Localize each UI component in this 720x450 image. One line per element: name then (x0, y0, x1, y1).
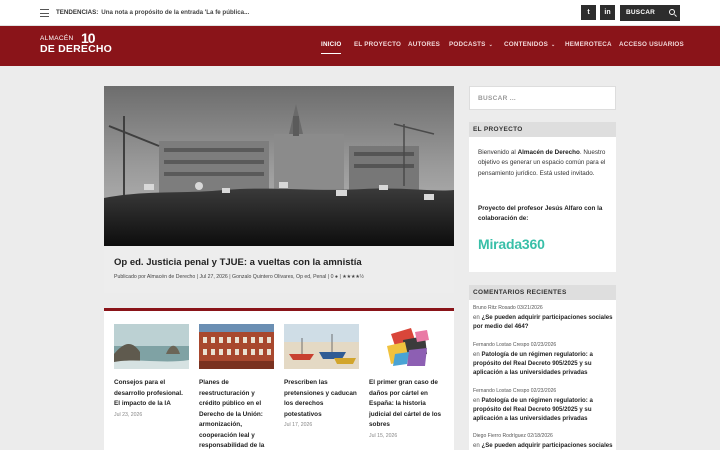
post-date: Jul 23, 2026 (114, 411, 143, 418)
post-date: Jul 15, 2026 (369, 432, 398, 439)
nav-el-proyecto[interactable]: EL PROYECTO (354, 41, 401, 48)
logo-line-2: DE DERECHO (40, 43, 113, 55)
nav-label: EL PROYECTO (354, 41, 402, 48)
comment-on-word: en (473, 397, 480, 404)
rating-stars: ★★★★½ (342, 274, 364, 280)
nav-inicio[interactable]: INICIO (321, 41, 342, 54)
comment-post-link[interactable]: Patología de un régimen regulatorio: a p… (473, 397, 593, 422)
comment-post-link[interactable]: ¿Se pueden adquirir participaciones soci… (473, 314, 613, 330)
comment-on-word: en (473, 314, 480, 321)
sidebar-search-placeholder: BUSCAR ... (478, 95, 517, 102)
nav-acceso-usuarios[interactable]: ACCESO USUARIOS (619, 41, 684, 48)
nav-label: ACCESO USUARIOS (619, 41, 684, 48)
post-thumbnail-boats[interactable] (284, 324, 359, 369)
comment-text: en ¿Se pueden adquirir participaciones s… (473, 441, 613, 450)
comment-text: en Patología de un régimen regulatorio: … (473, 350, 613, 377)
post-title[interactable]: Consejos para el desarrollo profesional.… (114, 378, 189, 410)
about-text: Bienvenido al Almacén de Derecho. Nuestr… (478, 148, 610, 179)
search-icon[interactable] (669, 9, 675, 15)
mirada360-logo[interactable]: Mirada360 (478, 236, 545, 254)
top-bar: TENDENCIAS: Una nota a propósito de la en… (0, 0, 720, 26)
post-thumbnail-building[interactable] (199, 324, 274, 369)
featured-meta: Publicado por Almacén de Derecho | Jul 2… (114, 274, 364, 280)
comment-post-link[interactable]: ¿Se pueden adquirir participaciones soci… (481, 442, 612, 449)
comment-text: en Patología de un régimen regulatorio: … (473, 396, 613, 423)
nav-label: AUTORES (408, 41, 441, 48)
comment-author-date[interactable]: Bruno Ritz Rosado 03/21/2026 (473, 305, 613, 311)
comment-author-date[interactable]: Fernando Lostao Crespo 02/23/2026 (473, 388, 613, 394)
nav-hemeroteca[interactable]: HEMEROTECA (565, 41, 612, 48)
post-title[interactable]: El primer gran caso de daños por cártel … (369, 378, 444, 431)
top-search-box[interactable]: BUSCAR (620, 5, 680, 21)
recent-posts-grid: Consejos para el desarrollo profesional.… (104, 308, 454, 450)
featured-title[interactable]: Op ed. Justicia penal y TJUE: a vueltas … (114, 257, 362, 268)
about-widget: EL PROYECTO Bienvenido al Almacén de Der… (469, 122, 616, 272)
linkedin-icon[interactable]: in (600, 5, 615, 20)
post-date: Jul 17, 2026 (284, 422, 313, 428)
partner-logo-text: Mirada360 (478, 236, 545, 252)
nav-label: INICIO (321, 41, 342, 48)
about-text-pre: Bienvenido al (478, 149, 518, 156)
comment-author-date[interactable]: Diego Fierro Rodríguez 02/18/2026 (473, 433, 613, 439)
nav-podcasts[interactable]: PODCASTS ⌄ (449, 41, 493, 48)
comment-post-link[interactable]: Patología de un régimen regulatorio: a p… (473, 351, 593, 376)
comment-item: Fernando Lostao Crespo 02/23/2026 en Pat… (473, 388, 613, 423)
menu-icon[interactable] (40, 9, 49, 17)
sidebar-search-input[interactable]: BUSCAR ... (469, 86, 616, 110)
about-credit: Proyecto del profesor Jesús Alfaro con l… (478, 205, 603, 223)
comment-on-word: en (473, 351, 480, 358)
featured-caption: Op ed. Justicia penal y TJUE: a vueltas … (104, 246, 454, 293)
trending-link[interactable]: Una nota a propósito de la entrada 'La f… (101, 9, 249, 16)
site-header: ALMACÉN DE DERECHO 10 INICIO EL PROYECTO… (0, 26, 720, 66)
about-site-name: Almacén de Derecho (517, 149, 580, 156)
recent-comments-widget: COMENTARIOS RECIENTES Bruno Ritz Rosado … (469, 285, 616, 450)
post-card[interactable]: Planes de reestructuración y crédito púb… (199, 324, 274, 450)
nav-label: PODCASTS (449, 41, 486, 48)
nav-label: HEMEROTECA (565, 41, 612, 48)
trending-label: TENDENCIAS: (56, 9, 99, 16)
nav-autores[interactable]: AUTORES (408, 41, 440, 48)
logo-anniversary-number: 10 (81, 30, 96, 46)
comment-icon[interactable]: ● (335, 274, 338, 280)
comment-item: Bruno Ritz Rosado 03/21/2026 en ¿Se pued… (473, 305, 613, 331)
comment-item: Diego Fierro Rodríguez 02/18/2026 en ¿Se… (473, 433, 613, 450)
about-heading: EL PROYECTO (469, 122, 616, 137)
chevron-down-icon: ⌄ (550, 42, 556, 48)
comment-item: Fernando Lostao Crespo 02/23/2026 en Pat… (473, 342, 613, 377)
twitter-icon[interactable]: t (581, 5, 596, 20)
site-logo[interactable]: ALMACÉN DE DERECHO 10 (40, 30, 113, 55)
nav-contenidos[interactable]: CONTENIDOS ⌄ (504, 41, 555, 48)
comments-heading: COMENTARIOS RECIENTES (469, 285, 616, 300)
comment-on-word: en (473, 442, 480, 449)
chevron-down-icon: ⌄ (488, 42, 493, 48)
trending-ticker[interactable]: TENDENCIAS: Una nota a propósito de la en… (56, 9, 249, 16)
featured-meta-text: Publicado por Almacén de Derecho | Jul 2… (114, 274, 334, 280)
post-title[interactable]: Prescriben las pretensiones y caducan lo… (284, 378, 359, 420)
featured-photo (104, 86, 454, 246)
comment-text: en ¿Se pueden adquirir participaciones s… (473, 313, 613, 331)
post-card[interactable]: El primer gran caso de daños por cártel … (369, 324, 444, 439)
top-search-label: BUSCAR (626, 9, 656, 16)
featured-article[interactable]: Op ed. Justicia penal y TJUE: a vueltas … (104, 86, 454, 293)
nav-label: CONTENIDOS (504, 41, 548, 48)
post-thumbnail-envelopes[interactable] (369, 324, 444, 369)
post-card[interactable]: Consejos para el desarrollo profesional.… (114, 324, 189, 418)
logo-line-1: ALMACÉN (40, 35, 74, 42)
comment-author-date[interactable]: Fernando Lostao Crespo 02/23/2026 (473, 342, 613, 348)
post-title[interactable]: Planes de reestructuración y crédito púb… (199, 378, 274, 450)
post-thumbnail-coast[interactable] (114, 324, 189, 369)
post-card[interactable]: Prescriben las pretensiones y caducan lo… (284, 324, 359, 428)
